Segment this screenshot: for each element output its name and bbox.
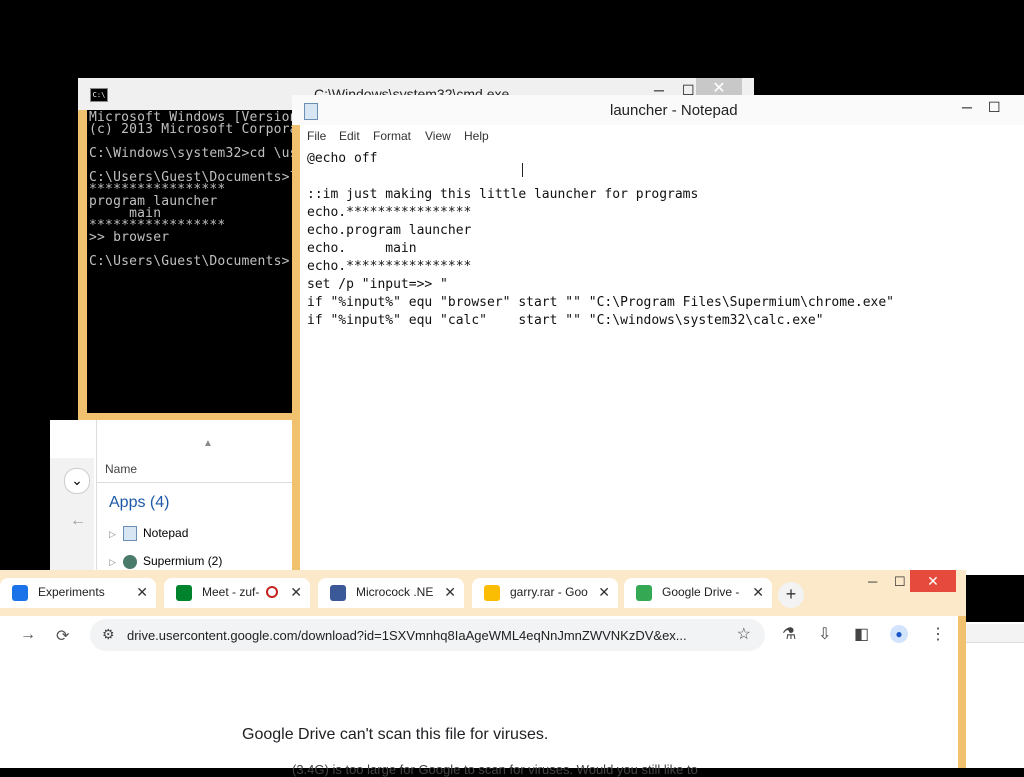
close-tab-icon[interactable]: ✕ xyxy=(598,584,610,601)
menu-view[interactable]: View xyxy=(425,129,451,143)
back-arrow-icon[interactable]: ← xyxy=(70,512,86,530)
address-bar[interactable]: ⚙ drive.usercontent.google.com/download?… xyxy=(90,619,765,651)
tab-label: Experiments xyxy=(38,585,105,599)
labs-flask-icon[interactable]: ⚗ xyxy=(782,624,796,644)
new-tab-icon[interactable]: + xyxy=(778,582,804,608)
background-toolbar xyxy=(966,624,1024,643)
tab-strip: Experiments ✕ Meet - zuf- ✕ Microcock .N… xyxy=(0,570,966,616)
code-line: @echo off xyxy=(307,151,378,166)
menu-bar: File Edit Format View Help xyxy=(300,125,1024,147)
sort-up-icon[interactable]: ▲ xyxy=(203,438,213,449)
close-tab-icon[interactable]: ✕ xyxy=(444,584,456,601)
console-line: C:\Users\Guest\Documents> xyxy=(89,254,290,269)
console-line: >> browser xyxy=(89,230,170,245)
explorer-results-pane: ▲ Name Apps (4) ▷ Notepad ▷ Supermium (2) xyxy=(96,420,297,580)
recording-icon xyxy=(266,586,278,598)
tab-microcock[interactable]: Microcock .NE ✕ xyxy=(318,578,464,608)
text-cursor xyxy=(522,163,523,177)
browser-toolbar: → ⟳ ⚙ drive.usercontent.google.com/downl… xyxy=(0,616,958,654)
code-line: if "%input%" equ "calc" start "" "C:\win… xyxy=(307,313,824,328)
cmd-icon: C:\ xyxy=(90,88,108,102)
close-tab-icon[interactable]: ✕ xyxy=(290,584,302,601)
site-info-icon[interactable]: ⚙ xyxy=(102,626,115,643)
code-line: echo.**************** xyxy=(307,205,472,220)
console-line: C:\Windows\system32>cd \us xyxy=(89,146,298,161)
menu-kebab-icon[interactable]: ⋮ xyxy=(930,624,946,644)
notepad-icon xyxy=(123,526,137,542)
address-url: drive.usercontent.google.com/download?id… xyxy=(127,628,687,643)
list-item-label: Notepad xyxy=(143,526,189,540)
menu-file[interactable]: File xyxy=(307,129,326,143)
page-heading: Google Drive can't scan this file for vi… xyxy=(242,726,549,743)
close-tab-icon[interactable]: ✕ xyxy=(136,584,148,601)
tab-label: Microcock .NE xyxy=(356,585,434,599)
page-subtext: (3.4G) is too large for Google to scan f… xyxy=(292,762,698,777)
code-line: echo. main xyxy=(307,241,417,256)
code-line: if "%input%" equ "browser" start "" "C:\… xyxy=(307,295,894,310)
flask-icon xyxy=(12,585,28,601)
maximize-icon[interactable]: ☐ xyxy=(988,99,1001,116)
console-line: (c) 2013 Microsoft Corpora xyxy=(89,122,298,137)
reload-icon[interactable]: ⟳ xyxy=(56,626,69,646)
chevron-down-icon[interactable]: ⌄ xyxy=(64,468,90,494)
drive-icon xyxy=(636,585,652,601)
code-line: echo.**************** xyxy=(307,259,472,274)
tab-google-drive[interactable]: Google Drive - ✕ xyxy=(624,578,772,608)
side-panel-icon[interactable]: ◧ xyxy=(854,624,869,644)
text-editor[interactable]: @echo off ::im just making this little l… xyxy=(300,147,1024,575)
supermium-icon xyxy=(123,554,137,569)
close-tab-icon[interactable]: ✕ xyxy=(752,584,764,601)
list-item-label: Supermium (2) xyxy=(143,554,223,568)
code-line: set /p "input=>> " xyxy=(307,277,448,292)
meet-icon xyxy=(176,585,192,601)
tab-experiments[interactable]: Experiments ✕ xyxy=(0,578,156,608)
tab-label: garry.rar - Goo xyxy=(510,585,588,599)
doc-icon xyxy=(330,585,346,601)
divider xyxy=(97,482,297,483)
forward-icon[interactable]: → xyxy=(20,626,36,644)
notepad-icon xyxy=(304,103,318,120)
bookmark-star-icon[interactable]: ☆ xyxy=(737,624,751,644)
menu-help[interactable]: Help xyxy=(464,129,489,143)
minimize-icon[interactable]: ─ xyxy=(962,99,972,115)
profile-avatar-icon[interactable]: ● xyxy=(890,625,908,643)
code-line: ::im just making this little launcher fo… xyxy=(307,187,699,202)
list-item-notepad[interactable]: ▷ Notepad xyxy=(109,526,189,542)
tab-label: Meet - zuf- xyxy=(202,585,260,599)
list-item-supermium[interactable]: ▷ Supermium (2) xyxy=(109,554,222,569)
minimize-icon[interactable]: ─ xyxy=(868,574,877,589)
drive-icon xyxy=(484,585,500,601)
notepad-titlebar[interactable]: launcher - Notepad ─ ☐ xyxy=(292,95,1024,125)
chrome-window[interactable]: Experiments ✕ Meet - zuf- ✕ Microcock .N… xyxy=(0,570,966,777)
notepad-window[interactable]: launcher - Notepad ─ ☐ File Edit Format … xyxy=(292,95,1024,575)
tab-meet[interactable]: Meet - zuf- ✕ xyxy=(164,578,310,608)
code-line: echo.program launcher xyxy=(307,223,472,238)
expand-icon[interactable]: ▷ xyxy=(109,529,123,540)
column-header-name[interactable]: Name xyxy=(105,462,137,476)
notepad-title: launcher - Notepad xyxy=(610,102,738,119)
close-window-icon[interactable]: ✕ xyxy=(910,570,956,592)
group-header-apps[interactable]: Apps (4) xyxy=(109,494,169,512)
tab-garry-rar[interactable]: garry.rar - Goo ✕ xyxy=(472,578,618,608)
expand-icon[interactable]: ▷ xyxy=(109,557,123,568)
page-content: Google Drive can't scan this file for vi… xyxy=(0,654,958,777)
download-icon[interactable]: ⇩ xyxy=(818,624,831,644)
background-window-edge xyxy=(966,622,1024,768)
tab-label: Google Drive - xyxy=(662,585,740,599)
maximize-icon[interactable]: ☐ xyxy=(894,574,906,590)
menu-edit[interactable]: Edit xyxy=(339,129,360,143)
menu-format[interactable]: Format xyxy=(373,129,411,143)
file-explorer-window[interactable]: ⌄ ← ▲ Name Apps (4) ▷ Notepad ▷ Supermium … xyxy=(50,420,300,580)
